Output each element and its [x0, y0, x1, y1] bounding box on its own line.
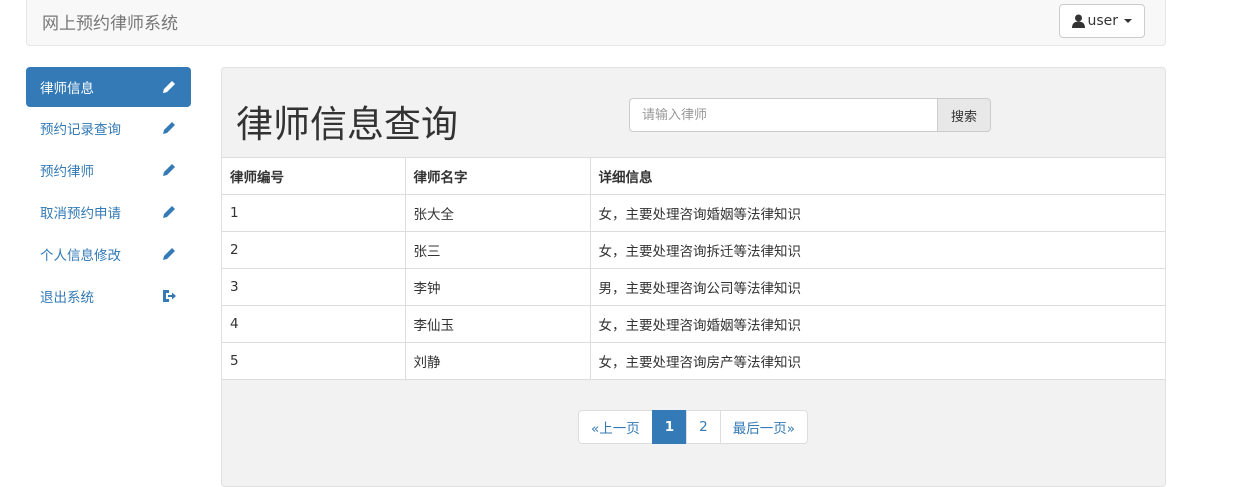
column-header-name: 律师名字 [404, 157, 590, 195]
cell-details: 女，主要处理咨询拆迁等法律知识 [589, 231, 1165, 269]
cell-name: 张三 [404, 231, 590, 269]
user-menu-label: user [1087, 13, 1118, 29]
pencil-icon [163, 81, 175, 93]
search-input[interactable] [629, 98, 938, 132]
sidebar-item-label: 预约记录查询 [40, 122, 121, 138]
cell-id: 5 [222, 342, 405, 380]
lawyer-table: 律师编号 律师名字 详细信息 1 张大全 女，主要处理咨询婚姻等法律知识 2 张… [222, 157, 1165, 380]
cell-name: 刘静 [404, 342, 590, 380]
sidebar-item-label: 律师信息 [40, 81, 94, 97]
page-link-1[interactable]: 1 [651, 410, 688, 444]
table-row: 2 张三 女，主要处理咨询拆迁等法律知识 [222, 231, 1165, 269]
pencil-icon [163, 122, 175, 134]
sidebar-item-label: 预约律师 [40, 164, 94, 180]
column-header-id: 律师编号 [222, 157, 405, 195]
cell-details: 女，主要处理咨询婚姻等法律知识 [589, 305, 1165, 343]
cell-details: 女，主要处理咨询婚姻等法律知识 [589, 194, 1165, 232]
last-page-link[interactable]: 最后一页» [719, 410, 809, 444]
table-header-row: 律师编号 律师名字 详细信息 [222, 157, 1165, 195]
pagination: «上一页 1 2 最后一页» [578, 410, 809, 444]
cell-id: 1 [222, 194, 405, 232]
sidebar-item-lawyer-info[interactable]: 律师信息 [26, 67, 191, 107]
user-icon [1072, 14, 1086, 28]
page-link-2[interactable]: 2 [686, 410, 721, 444]
app-brand[interactable]: 网上预约律师系统 [42, 9, 178, 34]
page-title: 律师信息查询 [236, 103, 458, 146]
sidebar-item-edit-profile[interactable]: 个人信息修改 [26, 233, 191, 275]
sidebar: 律师信息 预约记录查询 预约律师 取消预约申请 个人信息修改 退出系统 [26, 67, 191, 317]
sidebar-item-cancel-booking[interactable]: 取消预约申请 [26, 191, 191, 233]
table-row: 1 张大全 女，主要处理咨询婚姻等法律知识 [222, 194, 1165, 232]
cell-name: 李仙玉 [404, 305, 590, 343]
cell-id: 3 [222, 268, 405, 306]
sidebar-item-label: 个人信息修改 [40, 248, 121, 264]
sidebar-item-logout[interactable]: 退出系统 [26, 275, 191, 317]
pencil-icon [163, 164, 175, 176]
logout-icon [163, 290, 176, 302]
prev-page-link[interactable]: «上一页 [578, 410, 653, 444]
top-navbar: 网上预约律师系统 user [26, 0, 1166, 46]
search-button[interactable]: 搜索 [937, 98, 991, 132]
pencil-icon [163, 248, 175, 260]
table-row: 3 李钟 男，主要处理咨询公司等法律知识 [222, 268, 1165, 306]
cell-name: 李钟 [404, 268, 590, 306]
sidebar-item-label: 退出系统 [40, 290, 94, 306]
user-menu-button[interactable]: user [1059, 4, 1145, 38]
sidebar-item-book-lawyer[interactable]: 预约律师 [26, 149, 191, 191]
cell-name: 张大全 [404, 194, 590, 232]
cell-details: 女，主要处理咨询房产等法律知识 [589, 342, 1165, 380]
cell-id: 2 [222, 231, 405, 269]
table-row: 5 刘静 女，主要处理咨询房产等法律知识 [222, 342, 1165, 380]
sidebar-item-booking-records[interactable]: 预约记录查询 [26, 107, 191, 149]
caret-down-icon [1124, 19, 1132, 23]
cell-details: 男，主要处理咨询公司等法律知识 [589, 268, 1165, 306]
main-panel: 律师信息查询 搜索 律师编号 律师名字 详细信息 1 张大全 女，主要处理咨询婚… [221, 67, 1166, 487]
pencil-icon [163, 206, 175, 218]
cell-id: 4 [222, 305, 405, 343]
column-header-details: 详细信息 [589, 157, 1165, 195]
sidebar-item-label: 取消预约申请 [40, 206, 121, 222]
table-row: 4 李仙玉 女，主要处理咨询婚姻等法律知识 [222, 305, 1165, 343]
